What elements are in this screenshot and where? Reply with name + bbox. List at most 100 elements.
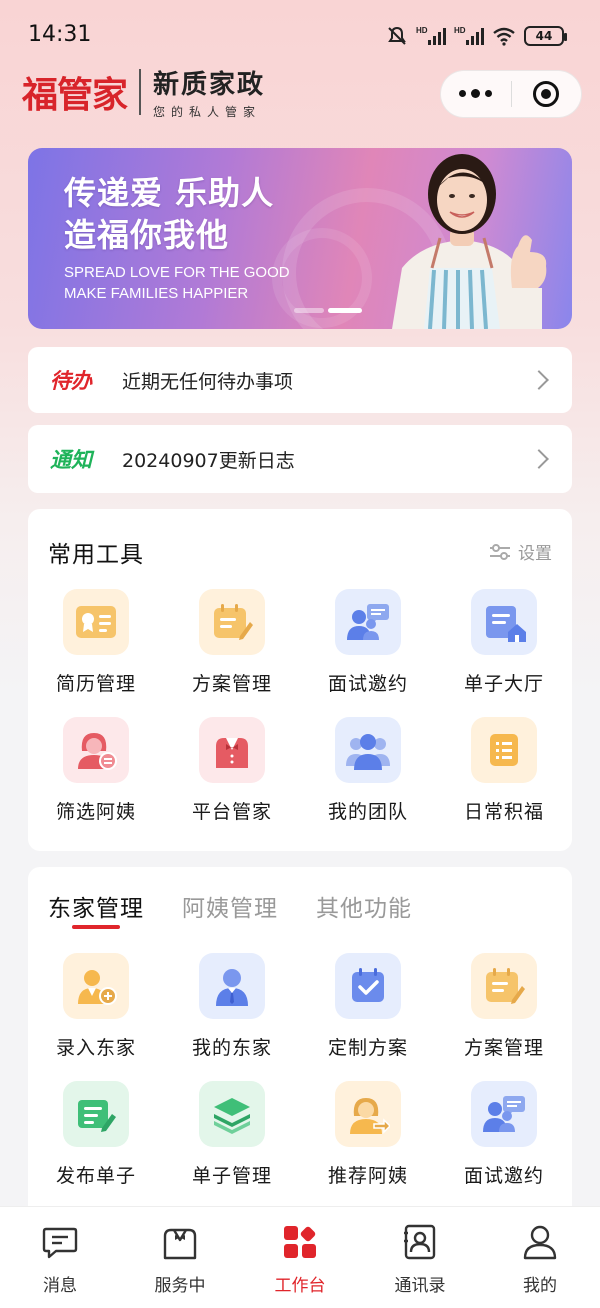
close-miniprogram-button[interactable] [512, 81, 582, 107]
promo-banner[interactable]: 传递爱 乐助人 造福你我他 SPREAD LOVE FOR THE GOOD M… [28, 148, 572, 329]
tool-interview[interactable]: 面试邀约 [300, 589, 436, 717]
tool-label: 我的团队 [327, 801, 408, 823]
status-bar: 14:31 HD HD 44 [0, 0, 600, 70]
signal-hd-icon: HD [416, 26, 446, 45]
settings-label: 设置 [518, 544, 552, 564]
tool-label: 日常积福 [463, 801, 544, 823]
custom-plan-icon [335, 953, 401, 1019]
chevron-right-icon [529, 370, 549, 390]
miniprogram-capsule [440, 70, 582, 118]
svg-text:HD: HD [416, 26, 428, 35]
order-stack-icon [199, 1081, 265, 1147]
profile-icon [521, 1223, 559, 1261]
tool-label: 单子大厅 [463, 673, 544, 695]
svg-text:HD: HD [454, 26, 466, 35]
butler-icon [199, 717, 265, 783]
active-tab-indicator [72, 925, 120, 929]
plan-edit-icon [471, 953, 537, 1019]
tool-label: 面试邀约 [463, 1165, 544, 1187]
bottom-navigation: 消息 服务中 工作台 通讯录 我的 [0, 1206, 600, 1308]
tab-other[interactable]: 其他功能 [316, 889, 412, 923]
tool-butler[interactable]: 平台管家 [164, 717, 300, 845]
nav-profile[interactable]: 我的 [480, 1207, 600, 1308]
tool-plan[interactable]: 方案管理 [164, 589, 300, 717]
todo-text: 近期无任何待办事项 [122, 370, 294, 393]
tool-label: 录入东家 [55, 1037, 136, 1059]
chevron-right-icon [529, 449, 549, 469]
nav-label: 消息 [43, 1276, 77, 1296]
tool-label: 定制方案 [327, 1037, 408, 1059]
banner-en-line-2: MAKE FAMILIES HAPPIER [64, 285, 249, 302]
recommend-nanny-icon [335, 1081, 401, 1147]
order-hall-icon [471, 589, 537, 655]
tools-grid: 简历管理 方案管理 面试邀约 单子大厅 筛选阿姨 平台管家 我的团队 日常积福 [28, 589, 572, 845]
tool-team[interactable]: 我的团队 [300, 717, 436, 845]
tool-label: 筛选阿姨 [55, 801, 136, 823]
add-employer-icon [63, 953, 129, 1019]
banner-line-2: 造福你我他 [64, 216, 230, 254]
settings-button[interactable]: 设置 [488, 539, 552, 564]
tool-label: 面试邀约 [327, 673, 408, 695]
tool-publish-order[interactable]: 发布单子 [28, 1081, 164, 1209]
tool-resume[interactable]: 简历管理 [28, 589, 164, 717]
logo-divider [139, 69, 142, 115]
todo-bar[interactable]: 待办 近期无任何待办事项 [28, 347, 572, 413]
management-grid: 录入东家 我的东家 定制方案 方案管理 发布单子 单子管理 推荐阿姨 面试邀约 [28, 953, 572, 1209]
target-icon [533, 81, 560, 107]
filter-nanny-icon [63, 717, 129, 783]
daily-list-icon [471, 717, 537, 783]
tool-label: 简历管理 [55, 673, 136, 695]
resume-icon [63, 589, 129, 655]
nav-label: 通讯录 [394, 1276, 446, 1296]
brand-title: 新质家政 [153, 70, 266, 100]
nav-messages[interactable]: 消息 [0, 1207, 120, 1308]
signal-hd-icon-2: HD [454, 26, 484, 45]
plan-icon [199, 589, 265, 655]
tool-label: 发布单子 [55, 1165, 136, 1187]
banner-headline: 传递爱 乐助人 造福你我他 [64, 172, 274, 256]
nav-in-service[interactable]: 服务中 [120, 1207, 240, 1308]
notice-bar[interactable]: 通知 20240907更新日志 [28, 425, 572, 493]
tool-label: 推荐阿姨 [327, 1165, 408, 1187]
tab-nanny[interactable]: 阿姨管理 [182, 889, 278, 923]
tools-card: 常用工具 设置 简历管理 方案管理 面试邀约 单子大厅 筛选阿姨 平台管家 我的… [28, 509, 572, 851]
tool-order-hall[interactable]: 单子大厅 [436, 589, 572, 717]
brand-logo: 福管家 新质家政 您的私人管家 [22, 62, 265, 122]
banner-en-line-1: SPREAD LOVE FOR THE GOOD [64, 264, 290, 281]
pagination-dot-active [328, 308, 362, 313]
banner-english: SPREAD LOVE FOR THE GOOD MAKE FAMILIES H… [64, 262, 290, 304]
tool-my-employer[interactable]: 我的东家 [164, 953, 300, 1081]
tool-order-manage[interactable]: 单子管理 [164, 1081, 300, 1209]
tool-daily[interactable]: 日常积福 [436, 717, 572, 845]
tool-label: 平台管家 [191, 801, 272, 823]
publish-order-icon [63, 1081, 129, 1147]
nav-label: 工作台 [274, 1276, 326, 1296]
banner-line-1: 传递爱 乐助人 [64, 174, 275, 212]
logo-text: 新质家政 您的私人管家 [153, 64, 265, 120]
header: 福管家 新质家政 您的私人管家 [22, 62, 582, 126]
tool-interview-2[interactable]: 面试邀约 [436, 1081, 572, 1209]
nav-contacts[interactable]: 通讯录 [360, 1207, 480, 1308]
tools-title: 常用工具 [48, 542, 144, 568]
interview-icon [471, 1081, 537, 1147]
tool-label: 方案管理 [463, 1037, 544, 1059]
service-icon [161, 1223, 199, 1261]
more-menu-icon[interactable] [441, 89, 511, 98]
tab-employer[interactable]: 东家管理 [48, 889, 144, 923]
tool-custom-plan[interactable]: 定制方案 [300, 953, 436, 1081]
tool-filter-nanny[interactable]: 筛选阿姨 [28, 717, 164, 845]
banner-pagination [294, 308, 362, 313]
pagination-dot [294, 308, 324, 313]
tool-label: 方案管理 [191, 673, 272, 695]
tool-label: 我的东家 [191, 1037, 272, 1059]
status-icons: HD HD 44 [386, 24, 567, 48]
tool-add-employer[interactable]: 录入东家 [28, 953, 164, 1081]
tool-label: 单子管理 [191, 1165, 272, 1187]
brand-subtitle: 您的私人管家 [153, 105, 262, 119]
status-time: 14:31 [28, 22, 92, 47]
tool-plan-manage[interactable]: 方案管理 [436, 953, 572, 1081]
wifi-icon [493, 27, 515, 46]
tool-recommend-nanny[interactable]: 推荐阿姨 [300, 1081, 436, 1209]
management-card: 东家管理 阿姨管理 其他功能 录入东家 我的东家 定制方案 方案管理 发布单子 … [28, 867, 572, 1227]
nav-workbench[interactable]: 工作台 [240, 1207, 360, 1308]
